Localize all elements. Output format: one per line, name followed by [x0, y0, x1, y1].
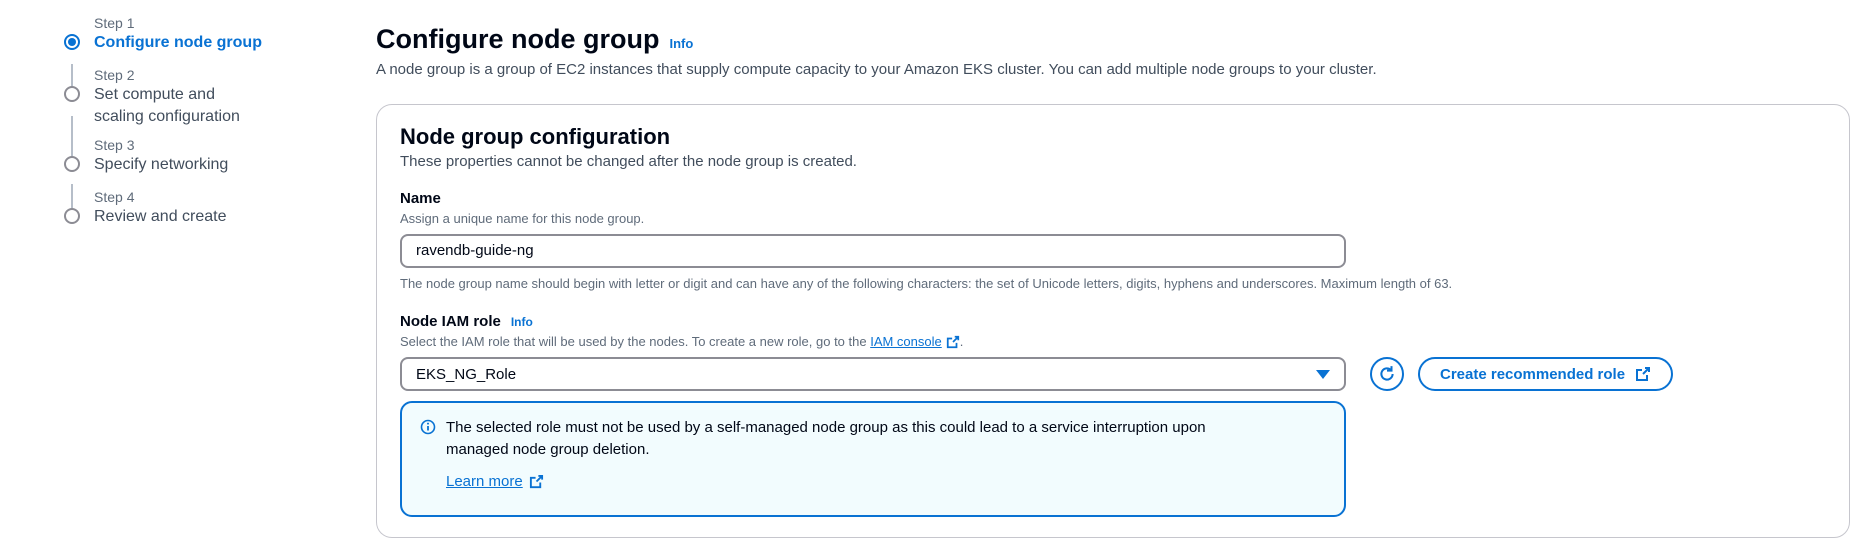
step-active-indicator-icon	[64, 34, 80, 50]
step-title[interactable]: Set compute and scaling configuration	[94, 84, 264, 128]
create-recommended-role-button[interactable]: Create recommended role	[1418, 357, 1674, 391]
main-content: Configure node group Info A node group i…	[376, 24, 1854, 538]
step-number: Step 1	[94, 15, 135, 31]
iam-role-info-alert: The selected role must not be used by a …	[400, 401, 1346, 517]
refresh-icon	[1380, 366, 1394, 381]
name-field-constraint: The node group name should begin with le…	[400, 276, 1453, 291]
wizard-step-3[interactable]: Step 3 Specify networking	[62, 136, 302, 188]
create-role-button-label: Create recommended role	[1440, 365, 1626, 383]
caret-down-icon	[1316, 369, 1330, 379]
external-link-icon	[1636, 367, 1651, 381]
panel-title: Node group configuration	[400, 124, 671, 149]
external-link-icon	[529, 474, 543, 489]
node-group-name-input[interactable]: ravendb-guide-ng	[400, 234, 1346, 268]
step-number: Step 4	[94, 189, 135, 205]
iam-role-field-label: Node IAM role Info	[400, 313, 1826, 330]
iam-role-selected-value: EKS_NG_Role	[416, 365, 517, 383]
learn-more-link[interactable]: Learn more	[446, 473, 544, 490]
wizard-step-2[interactable]: Step 2 Set compute and scaling configura…	[62, 66, 302, 136]
iam-role-field-description: Select the IAM role that will be used by…	[400, 334, 1826, 349]
step-indicator-icon	[64, 208, 80, 224]
name-field-label: Name	[400, 190, 1826, 207]
iam-role-row: EKS_NG_Role Create recommended role	[400, 357, 1826, 391]
step-number: Step 3	[94, 137, 135, 153]
iam-role-label-text: Node IAM role	[400, 313, 501, 330]
step-indicator-icon	[64, 86, 80, 102]
step-title[interactable]: Review and create	[94, 206, 302, 228]
page-header: Configure node group Info	[376, 24, 1854, 55]
step-number: Step 2	[94, 67, 135, 83]
external-link-icon[interactable]	[946, 335, 960, 349]
iam-role-select[interactable]: EKS_NG_Role	[400, 357, 1346, 391]
learn-more-label: Learn more	[446, 473, 523, 490]
name-label-text: Name	[400, 190, 441, 207]
panel-description: These properties cannot be changed after…	[400, 153, 857, 170]
wizard-steps: Step 1 Configure node group Step 2 Set c…	[62, 14, 302, 240]
iam-console-link[interactable]: IAM console	[870, 334, 942, 349]
step-title[interactable]: Specify networking	[94, 154, 302, 176]
wizard-step-4[interactable]: Step 4 Review and create	[62, 188, 302, 240]
step-title[interactable]: Configure node group	[94, 32, 302, 54]
refresh-roles-button[interactable]	[1370, 357, 1404, 391]
iam-role-info-link[interactable]: Info	[511, 315, 533, 329]
page-description: A node group is a group of EC2 instances…	[376, 61, 1377, 78]
wizard-step-1[interactable]: Step 1 Configure node group	[62, 14, 302, 66]
page-info-link[interactable]: Info	[669, 36, 693, 51]
iam-role-description-suffix: .	[959, 334, 964, 349]
info-icon	[420, 419, 436, 435]
alert-message: The selected role must not be used by a …	[446, 419, 1206, 458]
step-indicator-icon	[64, 156, 80, 172]
node-group-configuration-panel: Node group configuration These propertie…	[376, 104, 1850, 538]
page-title: Configure node group	[376, 24, 660, 54]
iam-role-description-text: Select the IAM role that will be used by…	[400, 334, 871, 349]
name-field-description: Assign a unique name for this node group…	[400, 211, 645, 226]
